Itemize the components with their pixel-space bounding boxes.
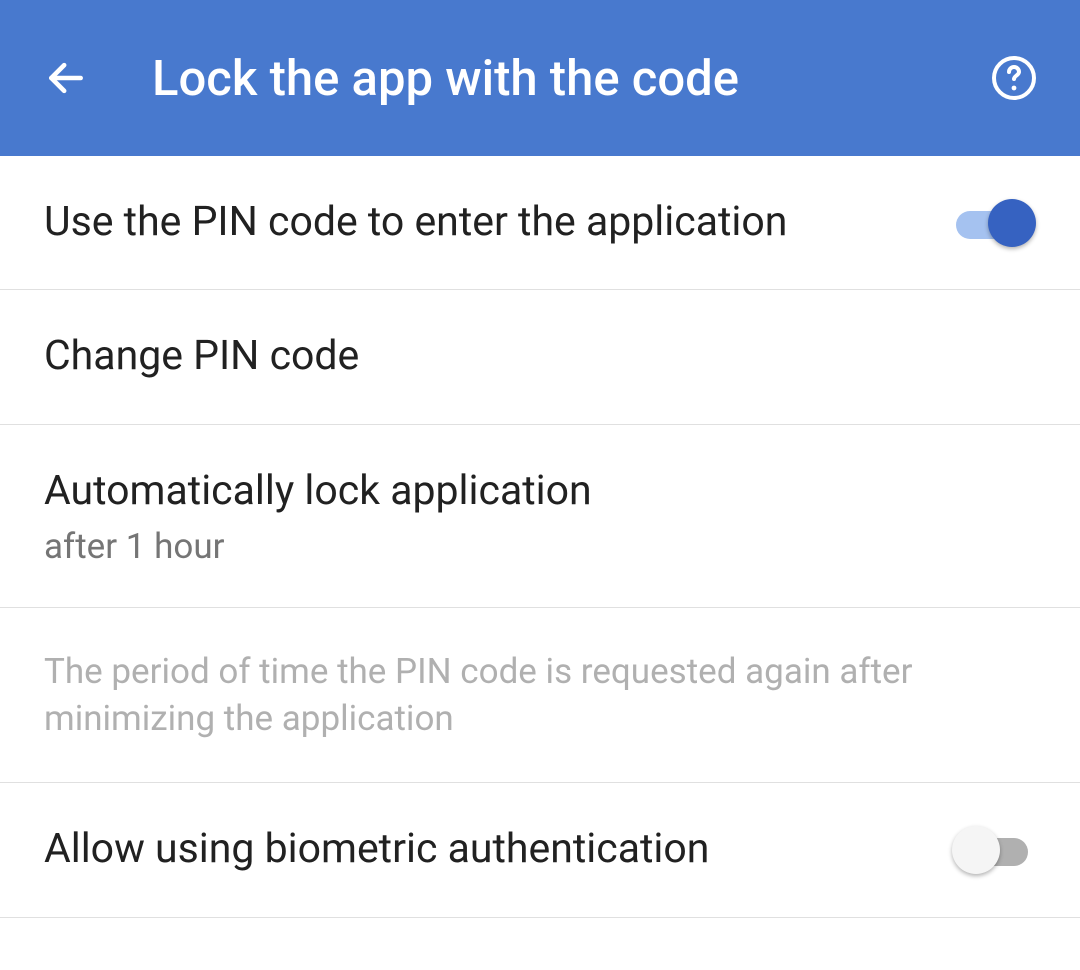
row-content: Change PIN code [44, 330, 1036, 383]
row-content: Automatically lock application after 1 h… [44, 465, 1036, 567]
page-title: Lock the app with the code [152, 50, 986, 107]
toggle-thumb [988, 199, 1036, 247]
arrow-left-icon [44, 56, 88, 100]
back-button[interactable] [38, 50, 94, 106]
help-button[interactable] [986, 50, 1042, 106]
biometric-toggle[interactable] [952, 826, 1036, 874]
use-pin-toggle[interactable] [952, 199, 1036, 247]
change-pin-title: Change PIN code [44, 330, 1036, 383]
toggle-thumb [952, 826, 1000, 874]
header: Lock the app with the code [0, 0, 1080, 156]
biometric-row[interactable]: Allow using biometric authentication [0, 783, 1080, 917]
biometric-title: Allow using biometric authentication [44, 823, 932, 876]
row-content: Use the PIN code to enter the applicatio… [44, 196, 932, 249]
change-pin-row[interactable]: Change PIN code [0, 290, 1080, 424]
use-pin-row[interactable]: Use the PIN code to enter the applicatio… [0, 156, 1080, 290]
auto-lock-row[interactable]: Automatically lock application after 1 h… [0, 425, 1080, 608]
description-text: The period of time the PIN code is reque… [44, 648, 1036, 743]
help-icon [990, 54, 1038, 102]
auto-lock-title: Automatically lock application [44, 465, 1036, 518]
use-pin-title: Use the PIN code to enter the applicatio… [44, 196, 932, 249]
auto-lock-subtitle: after 1 hour [44, 526, 1036, 567]
row-content: Allow using biometric authentication [44, 823, 932, 876]
description-row: The period of time the PIN code is reque… [0, 608, 1080, 784]
